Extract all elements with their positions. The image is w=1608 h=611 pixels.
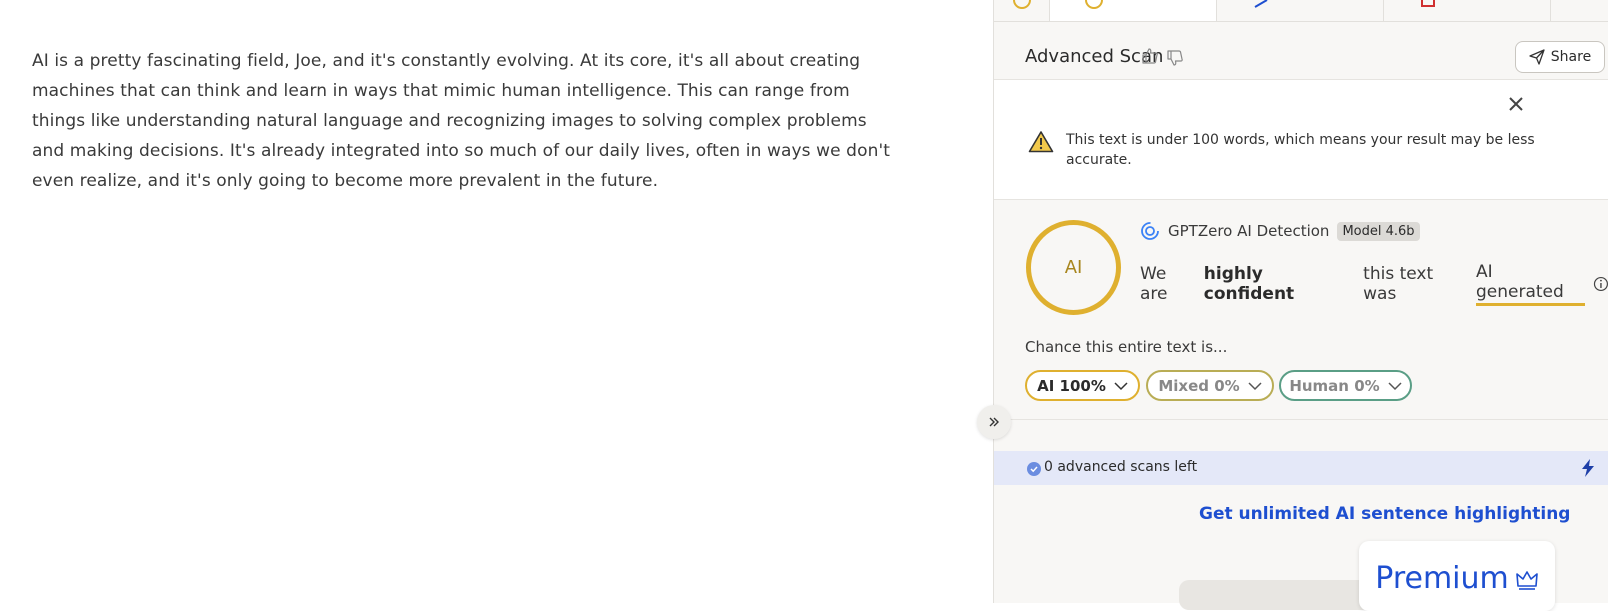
send-icon bbox=[1529, 49, 1545, 65]
human-pill-label: Human 0% bbox=[1289, 376, 1380, 395]
thumbs-up-icon[interactable] bbox=[1141, 47, 1159, 65]
model-badge: Model 4.6b bbox=[1337, 221, 1420, 241]
scans-remaining-text: 0 advanced scans left bbox=[1044, 459, 1198, 475]
check-circle-icon bbox=[1027, 462, 1041, 476]
tab-more[interactable] bbox=[1551, 0, 1608, 21]
close-icon[interactable] bbox=[1506, 94, 1526, 114]
scans-remaining-bar: 0 advanced scans left bbox=[994, 451, 1608, 485]
tab-home[interactable] bbox=[994, 0, 1050, 21]
ring-label: AI bbox=[1064, 257, 1083, 278]
classification-label[interactable]: AI generated bbox=[1475, 262, 1586, 306]
double-chevron-right-icon bbox=[989, 417, 999, 427]
lightning-icon[interactable] bbox=[1581, 459, 1595, 477]
ai-percentage-pill[interactable]: AI 100% bbox=[1025, 370, 1140, 401]
confidence-prefix: We are bbox=[1140, 264, 1168, 304]
tab-writing-feedback[interactable] bbox=[1217, 0, 1384, 21]
placeholder-block bbox=[1179, 580, 1379, 610]
chevron-down-icon bbox=[1114, 381, 1128, 390]
human-percentage-pill[interactable]: Human 0% bbox=[1279, 370, 1412, 401]
warning-icon bbox=[1028, 131, 1054, 153]
gptzero-logo-icon bbox=[1141, 222, 1159, 240]
short-text-warning: This text is under 100 words, which mean… bbox=[994, 80, 1608, 200]
premium-card[interactable]: Premium bbox=[1359, 541, 1555, 611]
document-icon bbox=[1421, 0, 1435, 7]
panel-header: Advanced Scan Share bbox=[994, 22, 1608, 80]
document-editor[interactable]: AI is a pretty fascinating field, Joe, a… bbox=[0, 0, 993, 603]
share-label: Share bbox=[1550, 49, 1592, 65]
scan-icon bbox=[1085, 0, 1103, 9]
section-divider bbox=[994, 419, 1608, 420]
premium-label: Premium bbox=[1375, 561, 1509, 596]
chevron-down-icon bbox=[1248, 381, 1262, 390]
collapse-panel-button[interactable] bbox=[977, 405, 1011, 439]
ai-result-ring: AI bbox=[1026, 220, 1121, 315]
chevron-down-icon bbox=[1388, 381, 1402, 390]
tab-plagiarism[interactable] bbox=[1384, 0, 1551, 21]
unlimited-highlighting-link[interactable]: Get unlimited AI sentence highlighting bbox=[1199, 504, 1570, 524]
detector-name: GPTZero AI Detection bbox=[1168, 222, 1330, 240]
ai-badge-icon bbox=[1013, 0, 1031, 9]
pen-icon bbox=[1254, 0, 1268, 8]
warning-text: This text is under 100 words, which mean… bbox=[1066, 132, 1535, 168]
scan-panel: Advanced Scan Share This text is under 1… bbox=[993, 0, 1608, 611]
detector-row: GPTZero AI Detection Model 4.6b bbox=[1140, 221, 1420, 241]
ai-pill-label: AI 100% bbox=[1037, 376, 1106, 395]
crown-icon bbox=[1515, 571, 1538, 590]
tab-advanced-scan[interactable] bbox=[1050, 0, 1217, 21]
info-icon[interactable] bbox=[1593, 276, 1608, 292]
share-button[interactable]: Share bbox=[1515, 41, 1605, 73]
thumbs-down-icon[interactable] bbox=[1166, 49, 1184, 67]
mixed-percentage-pill[interactable]: Mixed 0% bbox=[1146, 370, 1274, 401]
document-text[interactable]: AI is a pretty fascinating field, Joe, a… bbox=[32, 46, 902, 196]
chance-label: Chance this entire text is... bbox=[1025, 338, 1228, 356]
confidence-middle: this text was bbox=[1363, 264, 1434, 304]
panel-tabs bbox=[994, 0, 1608, 22]
confidence-level: highly confident bbox=[1203, 264, 1295, 304]
confidence-statement: We are highly confident this text was AI… bbox=[1140, 262, 1608, 306]
mixed-pill-label: Mixed 0% bbox=[1158, 376, 1240, 395]
